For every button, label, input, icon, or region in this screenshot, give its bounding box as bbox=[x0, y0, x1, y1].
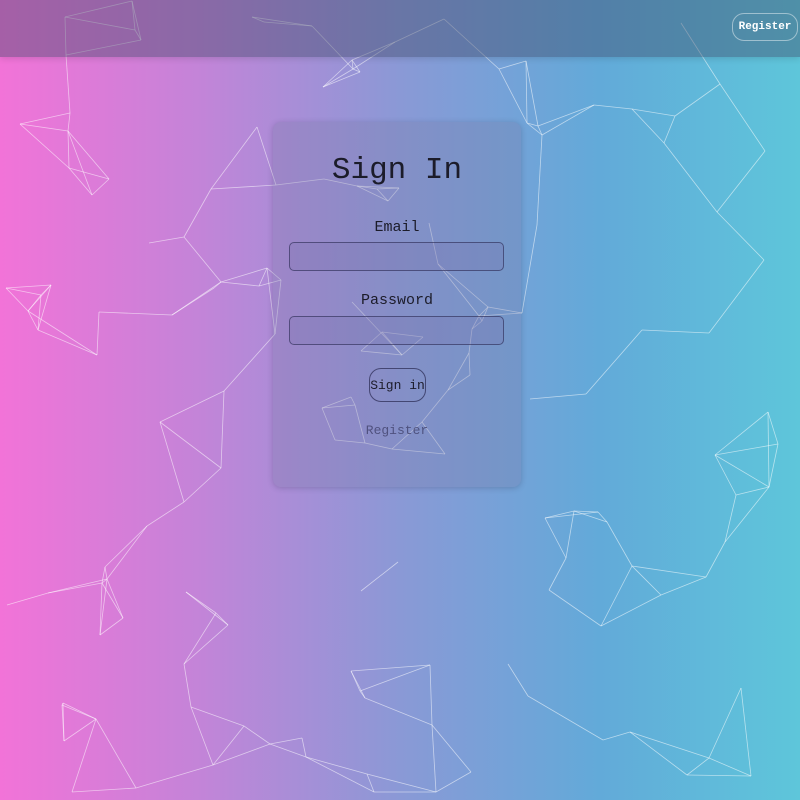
sign-in-button[interactable]: Sign in bbox=[369, 368, 426, 402]
password-field[interactable] bbox=[289, 316, 504, 345]
sign-in-card: Sign In Email Password Sign in Register bbox=[273, 122, 521, 487]
email-label: Email bbox=[374, 219, 420, 236]
top-bar: Register bbox=[0, 0, 800, 57]
password-label: Password bbox=[360, 292, 433, 309]
register-link[interactable]: Register bbox=[273, 423, 521, 438]
register-button[interactable]: Register bbox=[732, 13, 798, 41]
email-field[interactable] bbox=[289, 242, 504, 271]
page-title: Sign In bbox=[331, 153, 463, 188]
